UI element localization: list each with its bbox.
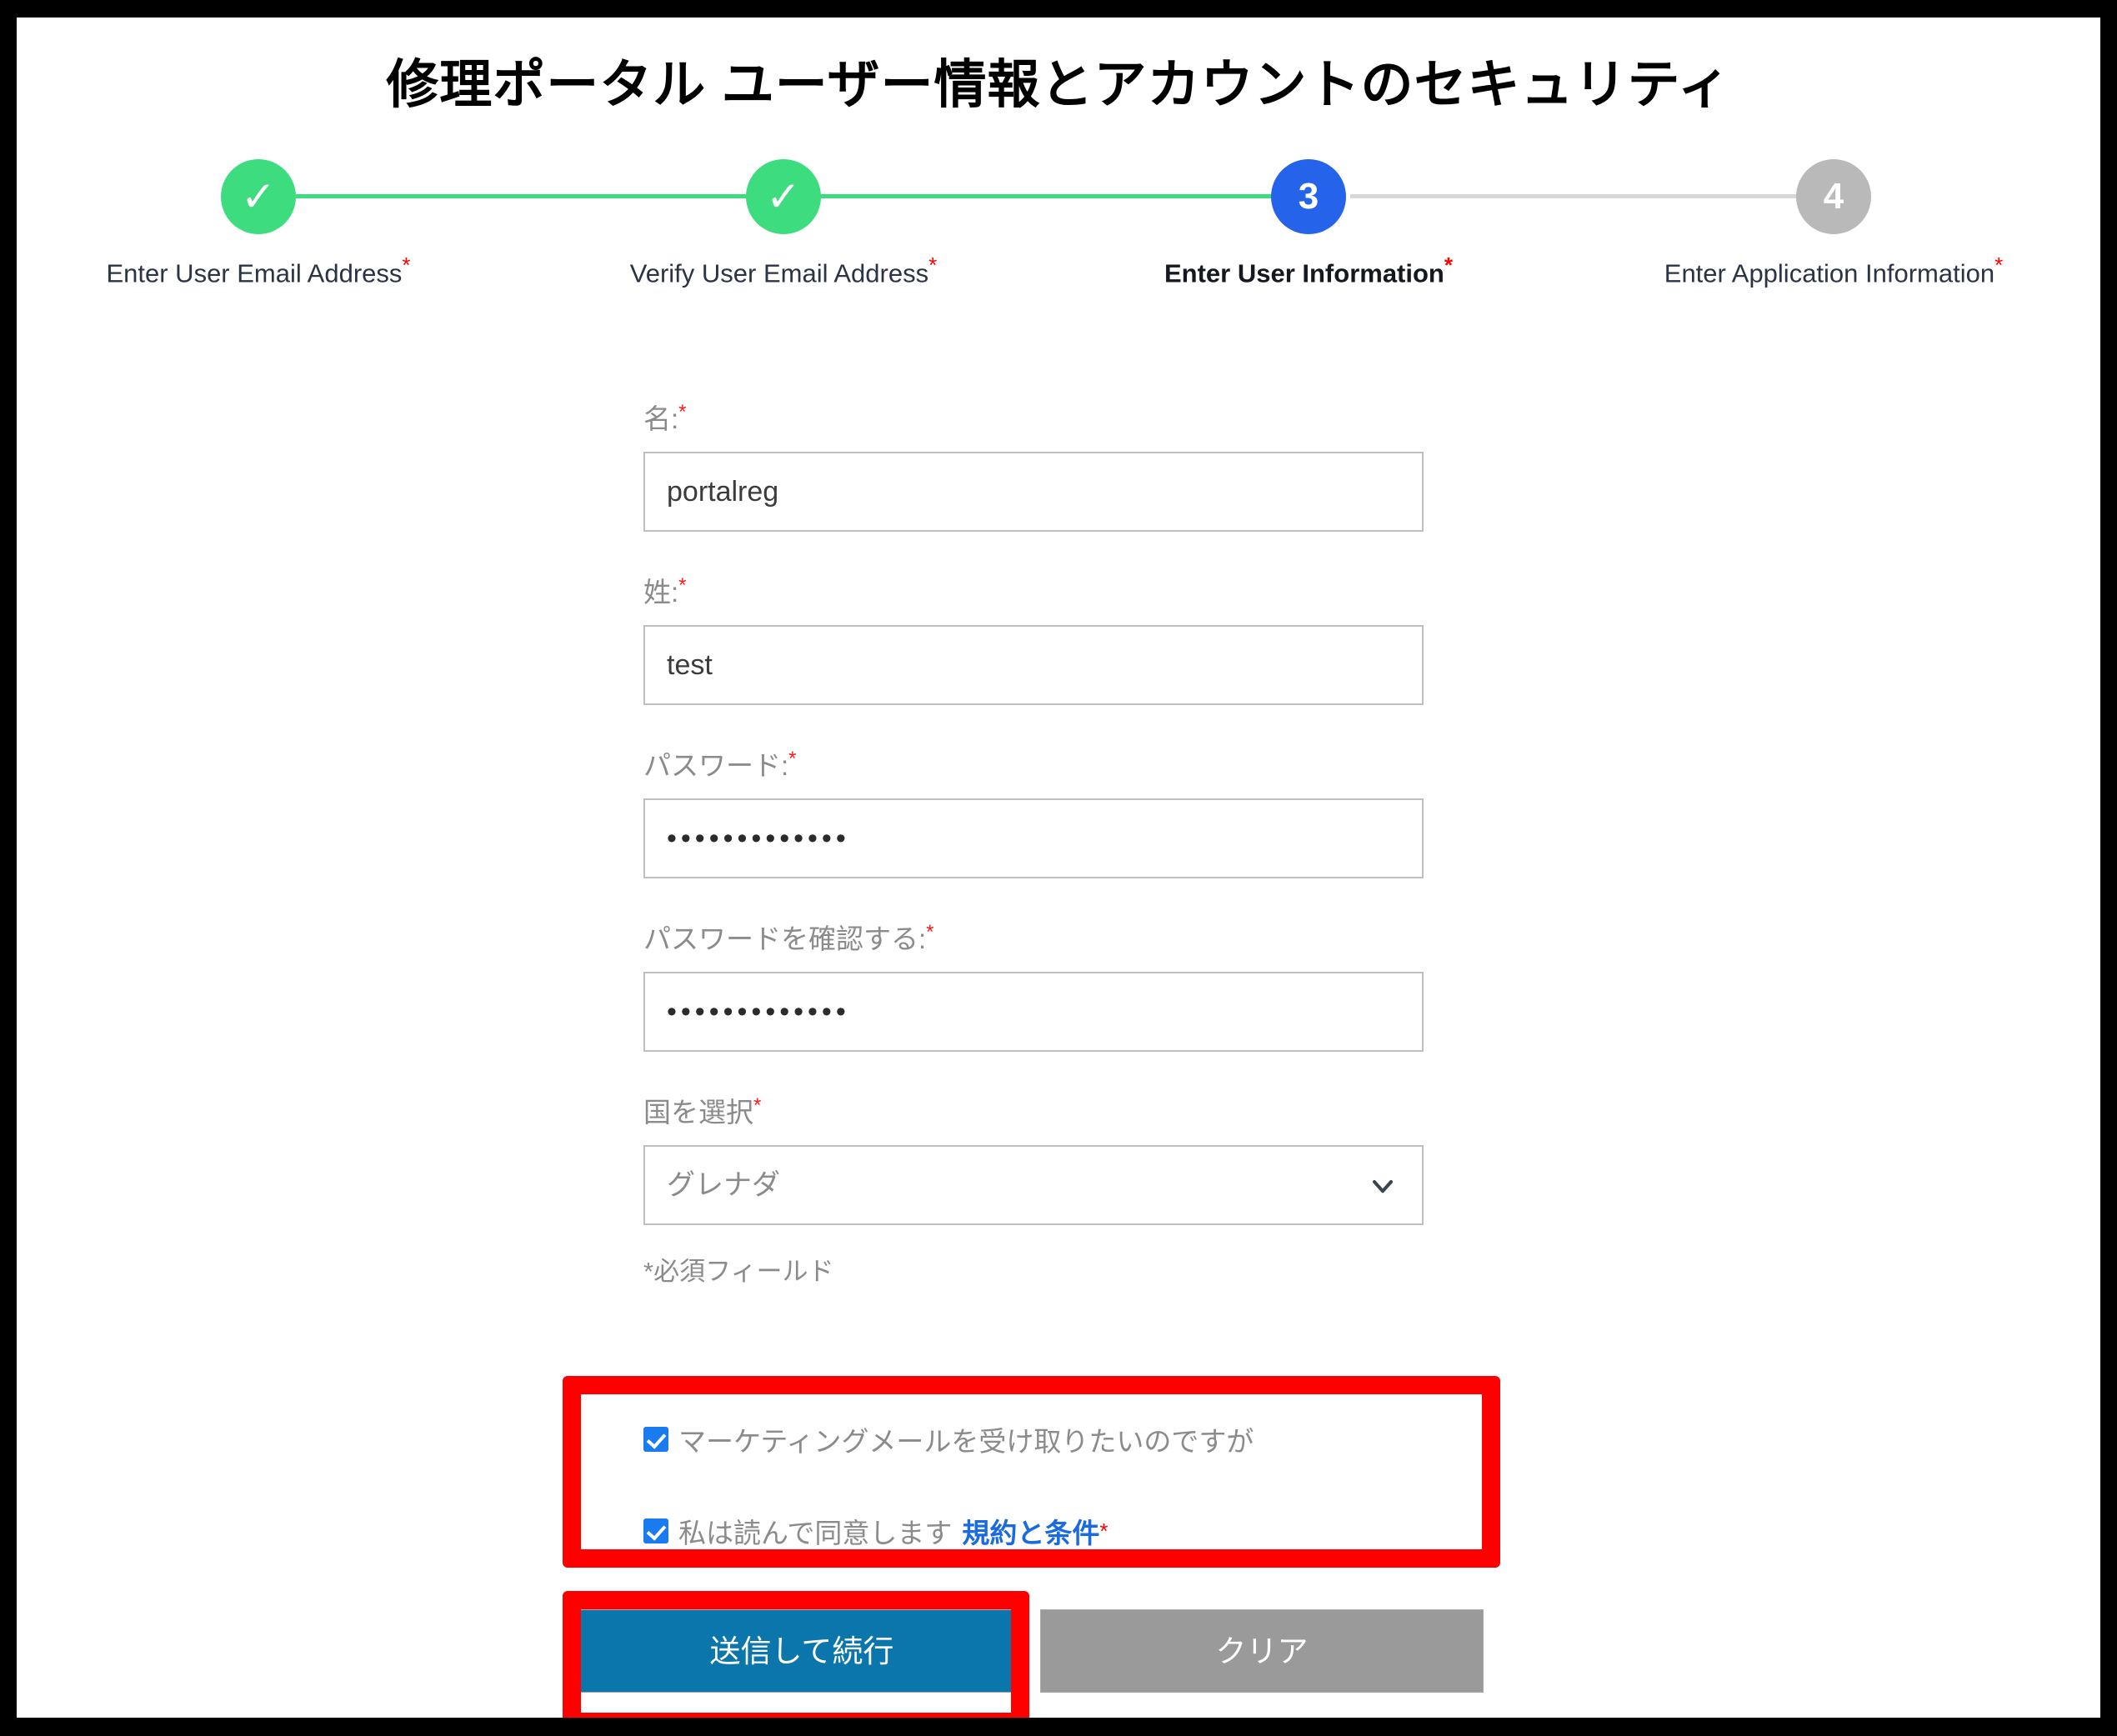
marketing-checkbox-row[interactable]: マーケティングメールを受け取りたいのですが bbox=[643, 1419, 1444, 1459]
confirm-password-field-block: パスワードを確認する:* bbox=[643, 917, 1427, 1052]
country-label-text: 国を選択 bbox=[643, 1097, 753, 1128]
step-3-circle: 3 bbox=[1271, 159, 1346, 234]
step-2-label-text: Verify User Email Address bbox=[629, 258, 929, 288]
country-required-star: * bbox=[753, 1094, 762, 1117]
stepper-step-4[interactable]: 4 Enter Application Information* bbox=[1575, 159, 2092, 288]
first-name-field-block: 名:* bbox=[643, 397, 1427, 532]
step-1-label: Enter User Email Address* bbox=[17, 253, 517, 288]
step-4-label: Enter Application Information* bbox=[1575, 253, 2092, 288]
step-4-circle: 4 bbox=[1796, 159, 1871, 234]
step-1-circle: ✓ bbox=[221, 159, 296, 234]
terms-checkbox-row[interactable]: 私は読んで同意します 規約と条件 * bbox=[643, 1511, 1444, 1551]
last-name-input[interactable] bbox=[643, 625, 1424, 705]
check-icon: ✓ bbox=[766, 173, 801, 220]
marketing-checkbox[interactable] bbox=[643, 1427, 668, 1452]
step-3-label: Enter User Information* bbox=[1050, 253, 1567, 288]
progress-stepper: ✓ Enter User Email Address* ✓ Verify Use… bbox=[17, 159, 2100, 343]
step-1-label-text: Enter User Email Address bbox=[106, 258, 403, 288]
last-name-field-block: 姓:* bbox=[643, 570, 1427, 705]
password-input[interactable] bbox=[643, 798, 1424, 878]
password-label-text: パスワード: bbox=[643, 750, 789, 781]
last-name-label-text: 姓: bbox=[643, 577, 679, 608]
first-name-label-text: 名: bbox=[643, 403, 679, 434]
confirm-password-label-text: パスワードを確認する: bbox=[643, 923, 927, 954]
step-4-label-text: Enter Application Information bbox=[1664, 258, 1995, 288]
clear-button[interactable]: クリア bbox=[1040, 1609, 1484, 1693]
step-2-required-star: * bbox=[928, 253, 938, 278]
stepper-step-2[interactable]: ✓ Verify User Email Address* bbox=[525, 159, 1042, 288]
registration-page: 修理ポータル ユーザー情報とアカウントのセキュリティ ✓ Enter User … bbox=[17, 18, 2100, 1718]
step-1-required-star: * bbox=[402, 253, 411, 278]
user-information-form: 名:* 姓:* パスワード:* パスワードを確認する:* 国を選択* bbox=[643, 397, 1427, 1326]
form-actions: 送信して続行 クリア bbox=[580, 1609, 1484, 1693]
submit-and-continue-button[interactable]: 送信して続行 bbox=[580, 1609, 1023, 1693]
password-field-block: パスワード:* bbox=[643, 743, 1427, 878]
terms-checkbox[interactable] bbox=[643, 1518, 668, 1543]
step-3-required-star: * bbox=[1444, 253, 1453, 278]
step-2-label: Verify User Email Address* bbox=[525, 253, 1042, 288]
password-required-star: * bbox=[788, 748, 797, 770]
step-connector-3-4 bbox=[1350, 194, 1834, 198]
terms-and-conditions-link[interactable]: 規約と条件 bbox=[962, 1511, 1099, 1551]
step-3-label-text: Enter User Information bbox=[1164, 258, 1444, 288]
terms-checkbox-label: 私は読んで同意します bbox=[678, 1518, 953, 1548]
confirm-password-required-star: * bbox=[926, 921, 934, 943]
password-label: パスワード:* bbox=[643, 743, 1427, 783]
confirm-password-label: パスワードを確認する:* bbox=[643, 917, 1427, 957]
first-name-required-star: * bbox=[678, 401, 687, 423]
terms-required-star: * bbox=[1099, 1518, 1109, 1543]
stepper-step-3[interactable]: 3 Enter User Information* bbox=[1050, 159, 1567, 288]
marketing-checkbox-label: マーケティングメールを受け取りたいのですが bbox=[678, 1426, 1254, 1457]
last-name-label: 姓:* bbox=[643, 570, 1427, 610]
step-4-required-star: * bbox=[1994, 253, 2004, 278]
stepper-step-1[interactable]: ✓ Enter User Email Address* bbox=[17, 159, 517, 288]
first-name-input[interactable] bbox=[643, 452, 1424, 532]
consent-checkbox-group: マーケティングメールを受け取りたいのですが 私は読んで同意します 規約と条件 * bbox=[643, 1419, 1444, 1603]
country-select[interactable]: グレナダ bbox=[643, 1145, 1424, 1225]
last-name-required-star: * bbox=[678, 574, 687, 597]
page-title: 修理ポータル ユーザー情報とアカウントのセキュリティ bbox=[386, 56, 1731, 114]
country-label: 国を選択* bbox=[643, 1090, 1427, 1130]
confirm-password-input[interactable] bbox=[643, 972, 1424, 1052]
country-select-wrap[interactable]: グレナダ bbox=[643, 1145, 1424, 1225]
required-fields-note: *必須フィールド bbox=[643, 1257, 834, 1286]
country-field-block: 国を選択* グレナダ *必須フィールド bbox=[643, 1090, 1427, 1288]
first-name-label: 名:* bbox=[643, 397, 1427, 437]
step-connector-2-3 bbox=[621, 194, 1300, 198]
step-2-circle: ✓ bbox=[746, 159, 821, 234]
check-icon: ✓ bbox=[241, 173, 276, 220]
